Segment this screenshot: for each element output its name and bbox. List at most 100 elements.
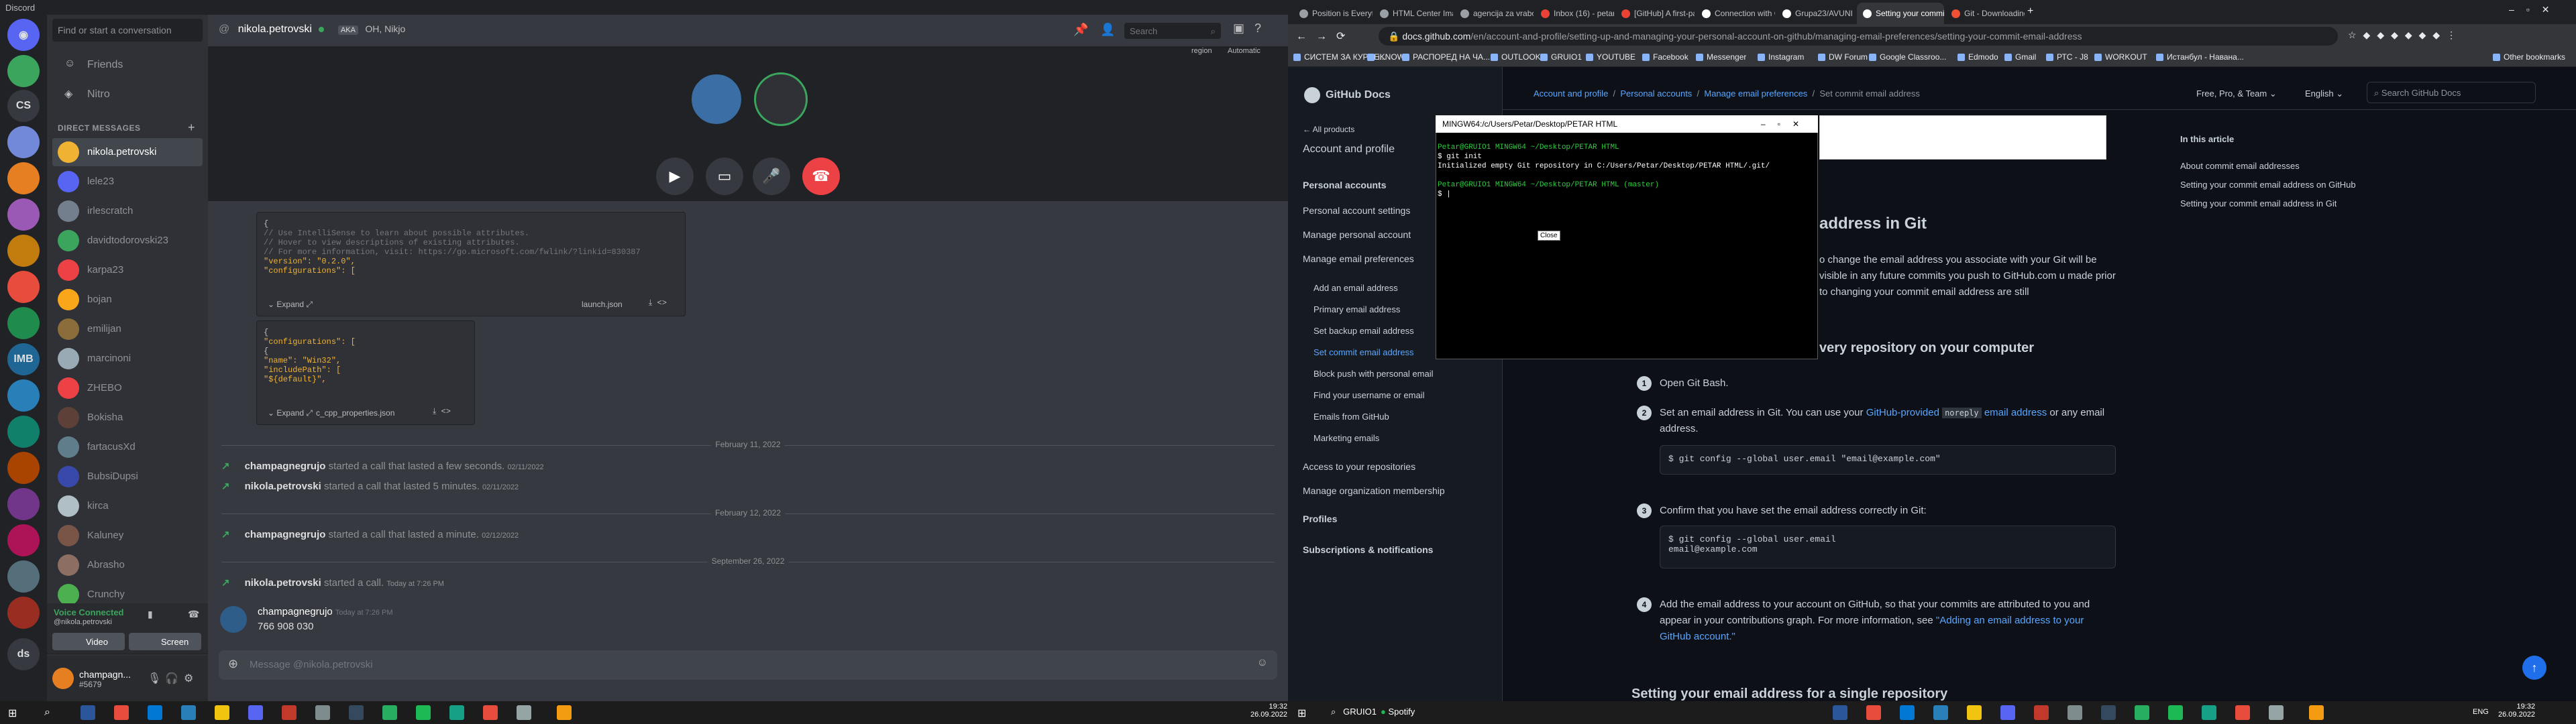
taskbar-app-icon[interactable] — [248, 705, 263, 720]
taskbar-app-icon[interactable] — [315, 705, 330, 720]
leave-call-button[interactable]: ☎ — [802, 158, 840, 195]
dm-item[interactable]: emilijan — [52, 315, 203, 343]
browser-tab-active[interactable]: Setting your commit... — [1857, 3, 1944, 24]
message-input[interactable]: ⊕ Message @nikola.petrovski ☺ — [219, 650, 1277, 680]
deafen-icon[interactable]: 🎧 — [165, 672, 178, 685]
dm-item[interactable]: marcinoni — [52, 345, 203, 373]
dm-item[interactable]: irlescratch — [52, 197, 203, 225]
sidebar-subitem[interactable]: Emails from GitHub — [1313, 412, 1389, 422]
windows-start-icon[interactable]: ⊞ — [1297, 707, 1306, 720]
dm-item[interactable]: karpa23 — [52, 256, 203, 284]
download-icon[interactable]: ⤓ <> — [433, 407, 451, 416]
find-conversation-input[interactable]: Find or start a conversation — [52, 19, 203, 42]
taskbar-app-icon[interactable] — [1866, 705, 1881, 720]
toc-item[interactable]: Setting your commit email address in Git — [2180, 198, 2337, 208]
browser-tab[interactable]: Grupa23/AVUNI — [1776, 3, 1856, 24]
expand-button[interactable]: ⌄ Expand ⤢ — [268, 408, 313, 418]
taskbar-app-icon[interactable] — [80, 705, 95, 720]
taskbar-app-icon[interactable] — [148, 705, 162, 720]
section-title[interactable]: Account and profile — [1303, 143, 1395, 156]
window-controls[interactable]: –▫✕ — [2509, 4, 2561, 15]
taskbar-app-icon[interactable] — [449, 705, 464, 720]
taskbar-app-icon[interactable] — [2000, 705, 2015, 720]
dm-item[interactable]: bojan — [52, 286, 203, 314]
extension-icons[interactable]: ☆◆◆◆◆◆◆⋮ — [2348, 29, 2463, 41]
taskbar-search[interactable]: ⌕ GRUIO1 — [1331, 707, 1377, 717]
taskbar-app[interactable]: ● Spotify — [1381, 707, 1415, 717]
taskbar-app-icon[interactable] — [1967, 705, 1982, 720]
dm-item[interactable]: lele23 — [52, 168, 203, 196]
settings-gear-icon[interactable]: ⚙ — [184, 672, 193, 685]
bookmark[interactable]: РАСПОРЕД НА ЧА... — [1402, 52, 1490, 62]
server-icon[interactable] — [7, 126, 40, 158]
taskbar-app-icon[interactable] — [1933, 705, 1948, 720]
bookmark[interactable]: WORKOUT — [2094, 52, 2147, 62]
sidebar-subitem[interactable]: Primary email address — [1313, 304, 1400, 314]
taskbar-app-icon[interactable] — [2235, 705, 2250, 720]
video-button[interactable]: Video — [52, 633, 125, 650]
dm-item[interactable]: fartacusXd — [52, 433, 203, 461]
screenshare-button[interactable]: ▭ — [706, 158, 743, 195]
sidebar-subitem[interactable]: Set backup email address — [1313, 326, 1414, 336]
server-ds[interactable]: ds — [7, 638, 40, 670]
language-picker[interactable]: English ⌄ — [2305, 88, 2343, 99]
server-icon[interactable] — [7, 379, 40, 412]
taskbar-app-icon[interactable] — [2309, 705, 2324, 720]
pin-icon[interactable]: 📌 — [1073, 23, 1088, 37]
bookmark[interactable]: DW Forum — [1818, 52, 1868, 62]
windows-start-icon[interactable]: ⊞ — [8, 707, 17, 720]
signal-icon[interactable]: ▮ — [148, 609, 153, 620]
server-icon[interactable] — [7, 55, 40, 87]
sidebar-item[interactable]: Manage email preferences — [1303, 253, 1414, 264]
dm-item[interactable]: Bokisha — [52, 404, 203, 432]
mic-button[interactable]: 🎤 — [753, 158, 790, 195]
server-icon[interactable] — [7, 307, 40, 339]
avatar[interactable] — [52, 668, 74, 689]
scroll-to-top-button[interactable]: ↑ — [2522, 656, 2546, 680]
server-icon[interactable] — [7, 560, 40, 593]
screen-share-button[interactable]: Screen — [129, 633, 201, 650]
taskbar-app-icon[interactable] — [2034, 705, 2049, 720]
bookmark[interactable]: Истанбул - Навана... — [2156, 52, 2244, 62]
dm-item[interactable]: Crunchy — [52, 581, 203, 603]
server-icon[interactable] — [7, 162, 40, 194]
sidebar-group[interactable]: Profiles — [1303, 514, 1337, 524]
mute-icon[interactable]: 🎙 — [148, 672, 161, 685]
sidebar-item[interactable]: Manage organization membership — [1303, 485, 1445, 496]
help-icon[interactable]: ? — [1254, 21, 1261, 36]
server-icon[interactable] — [7, 524, 40, 556]
bookmark[interactable]: iKNOW — [1367, 52, 1405, 62]
taskbar-app-icon[interactable] — [282, 705, 297, 720]
docs-logo[interactable]: GitHub Docs — [1304, 87, 1391, 103]
taskbar-app-icon[interactable] — [1900, 705, 1915, 720]
bookmark[interactable]: Gmail — [2004, 52, 2036, 62]
version-picker[interactable]: Free, Pro, & Team ⌄ — [2196, 88, 2277, 99]
server-icon[interactable] — [7, 597, 40, 629]
server-icon[interactable] — [7, 235, 40, 267]
bookmark[interactable]: Messenger — [1696, 52, 1746, 62]
dm-item[interactable]: kirca — [52, 492, 203, 520]
taskbar-app-icon[interactable] — [517, 705, 531, 720]
taskbar-app-icon[interactable] — [2269, 705, 2284, 720]
taskbar-app-icon[interactable] — [483, 705, 498, 720]
url-input[interactable]: 🔒 docs.github.com/en/account-and-profile… — [1379, 27, 2338, 46]
inbox-icon[interactable]: ▣ — [1233, 21, 1244, 36]
browser-tab[interactable]: HTML Center Image - — [1374, 3, 1453, 24]
search-icon[interactable]: ⌕ — [44, 707, 50, 719]
sidebar-subitem-active[interactable]: Set commit email address — [1313, 347, 1414, 357]
toc-item[interactable]: Setting your commit email address on Git… — [2180, 180, 2356, 190]
bookmark[interactable]: Facebook — [1642, 52, 1688, 62]
region-select[interactable]: Automatic — [1228, 47, 1260, 55]
bookmark[interactable]: YOUTUBE — [1586, 52, 1635, 62]
taskbar-app-icon[interactable] — [114, 705, 129, 720]
taskbar-app-icon[interactable] — [1833, 705, 1847, 720]
dm-item[interactable]: Abrasho — [52, 551, 203, 579]
server-icon[interactable] — [7, 488, 40, 520]
sidebar-subitem[interactable]: Block push with personal email — [1313, 369, 1433, 379]
dm-item[interactable]: Kaluney — [52, 522, 203, 550]
taskbar-app-icon[interactable] — [2135, 705, 2149, 720]
sidebar-item[interactable]: Manage personal account — [1303, 229, 1411, 240]
new-tab-icon[interactable]: + — [2027, 5, 2033, 17]
window-controls[interactable]: –▫✕ — [1761, 119, 1811, 129]
taskbar-app-icon[interactable] — [215, 705, 229, 720]
